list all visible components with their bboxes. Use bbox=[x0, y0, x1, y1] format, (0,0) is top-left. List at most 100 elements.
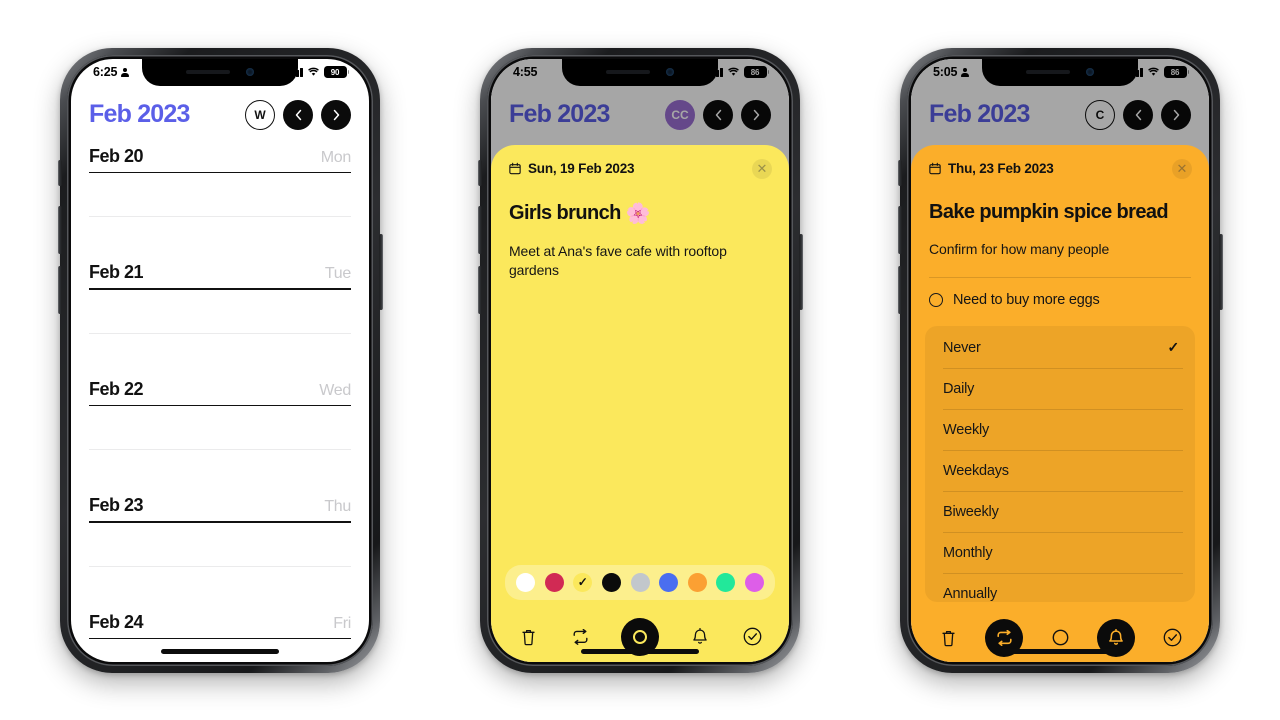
volume-up-button[interactable] bbox=[477, 205, 482, 254]
power-button[interactable] bbox=[378, 233, 383, 310]
subtask-row[interactable]: Need to buy more eggs bbox=[911, 278, 1209, 308]
repeat-option-daily[interactable]: Daily bbox=[927, 368, 1193, 409]
event-slot[interactable] bbox=[89, 173, 351, 216]
calendar-icon bbox=[929, 162, 941, 175]
event-slot[interactable] bbox=[89, 217, 351, 260]
card-date-label: Thu, 23 Feb 2023 bbox=[948, 161, 1054, 176]
silent-switch[interactable] bbox=[477, 159, 482, 186]
page-title: Feb 2023 bbox=[89, 100, 190, 128]
silent-switch[interactable] bbox=[897, 159, 902, 186]
event-slot[interactable] bbox=[89, 406, 351, 449]
prev-month-button[interactable] bbox=[283, 99, 313, 130]
task-title-text: Bake pumpkin spice bread bbox=[929, 200, 1169, 223]
delete-icon[interactable] bbox=[937, 627, 959, 649]
repeat-option-biweekly[interactable]: Biweekly bbox=[927, 491, 1193, 532]
event-slot[interactable] bbox=[89, 290, 351, 333]
event-title[interactable]: Girls brunch 🌸 bbox=[491, 185, 789, 226]
color-swatch-crimson[interactable] bbox=[544, 572, 564, 592]
color-swatch-magenta[interactable] bbox=[745, 572, 764, 592]
avatar[interactable]: W bbox=[245, 99, 275, 130]
repeat-option-weekdays[interactable]: Weekdays bbox=[927, 450, 1193, 491]
home-indicator[interactable] bbox=[161, 649, 279, 654]
complete-icon[interactable] bbox=[741, 626, 763, 648]
day-block[interactable]: Feb 20 Mon bbox=[89, 144, 351, 261]
repeat-option-annually[interactable]: Annually bbox=[927, 573, 1193, 602]
day-block[interactable]: Feb 22 Wed bbox=[89, 377, 351, 494]
day-list: Feb 20 Mon Feb 21 Tue Feb 22 Wed Feb 23 … bbox=[71, 138, 369, 662]
color-swatch-white[interactable] bbox=[516, 572, 535, 592]
repeat-icon[interactable] bbox=[569, 626, 591, 648]
close-icon[interactable]: ✕ bbox=[1172, 158, 1192, 179]
event-slot[interactable] bbox=[89, 567, 351, 610]
volume-up-button[interactable] bbox=[897, 205, 902, 254]
power-button[interactable] bbox=[798, 233, 803, 310]
day-date: Feb 24 bbox=[89, 611, 144, 632]
repeat-option-monthly[interactable]: Monthly bbox=[927, 532, 1193, 573]
task-title[interactable]: Bake pumpkin spice bread bbox=[911, 185, 1209, 224]
volume-down-button[interactable] bbox=[477, 265, 482, 314]
phone-screen: 4:55 86 Feb 2023 CC Sun, 19 Feb 2023 ✕ G… bbox=[491, 58, 789, 662]
check-icon: ✓ bbox=[1167, 339, 1179, 356]
status-time: 6:25 bbox=[93, 65, 118, 79]
calendar-header: Feb 2023 W bbox=[71, 86, 369, 138]
event-notes[interactable]: Meet at Ana's fave cafe with rooftop gar… bbox=[491, 226, 789, 282]
day-row: Feb 22 Wed bbox=[89, 377, 351, 405]
silent-switch[interactable] bbox=[57, 159, 62, 186]
close-icon[interactable]: ✕ bbox=[752, 158, 772, 179]
phone-event-yellow: 4:55 86 Feb 2023 CC Sun, 19 Feb 2023 ✕ G… bbox=[477, 47, 803, 673]
check-icon: ✓ bbox=[577, 575, 588, 589]
notch bbox=[982, 58, 1138, 86]
repeat-dropdown: Never ✓ Daily Weekly Weekdays Biweekly M… bbox=[925, 326, 1195, 602]
color-swatch-yellow-selected[interactable]: ✓ bbox=[573, 572, 593, 592]
color-palette: ✓ bbox=[505, 564, 775, 600]
status-left: 6:25 bbox=[93, 65, 130, 79]
volume-down-button[interactable] bbox=[57, 265, 62, 314]
event-slot[interactable] bbox=[89, 450, 351, 493]
delete-icon[interactable] bbox=[517, 626, 539, 648]
repeat-option-weekly[interactable]: Weekly bbox=[927, 409, 1193, 450]
day-block[interactable]: Feb 21 Tue bbox=[89, 260, 351, 377]
repeat-option-never[interactable]: Never ✓ bbox=[927, 326, 1193, 368]
day-date: Feb 23 bbox=[89, 495, 144, 516]
complete-icon[interactable] bbox=[1161, 627, 1183, 649]
day-weekday: Wed bbox=[319, 381, 351, 399]
wifi-icon bbox=[307, 67, 320, 77]
battery-level: 90 bbox=[323, 66, 347, 78]
day-date: Feb 20 bbox=[89, 145, 144, 166]
day-weekday: Fri bbox=[333, 614, 351, 632]
repeat-option-label: Never bbox=[943, 339, 981, 356]
day-row: Feb 21 Tue bbox=[89, 260, 351, 288]
volume-down-button[interactable] bbox=[897, 265, 902, 314]
notch bbox=[562, 58, 718, 86]
color-swatch-gray[interactable] bbox=[630, 572, 650, 592]
reminder-icon[interactable] bbox=[689, 626, 711, 648]
header-actions: W bbox=[245, 99, 351, 130]
day-block[interactable]: Feb 23 Thu bbox=[89, 493, 351, 610]
color-icon[interactable] bbox=[1049, 627, 1071, 649]
card-date[interactable]: Thu, 23 Feb 2023 bbox=[929, 161, 1054, 176]
phone-task-orange: 5:05 86 Feb 2023 C Thu, 23 Feb 2023 ✕ Ba… bbox=[897, 47, 1223, 673]
power-button[interactable] bbox=[1218, 233, 1223, 310]
repeat-option-label: Daily bbox=[943, 381, 975, 398]
event-title-text: Girls brunch bbox=[509, 201, 621, 224]
earpiece-speaker bbox=[1026, 70, 1070, 74]
color-swatch-blue[interactable] bbox=[659, 572, 679, 592]
cherry-blossom-emoji: 🌸 bbox=[625, 202, 651, 225]
task-notes[interactable]: Confirm for how many people bbox=[911, 224, 1209, 260]
day-weekday: Tue bbox=[324, 265, 351, 283]
event-slot[interactable] bbox=[89, 334, 351, 377]
chevron-right-icon bbox=[333, 109, 339, 120]
color-swatch-green[interactable] bbox=[716, 572, 736, 592]
home-indicator[interactable] bbox=[1001, 649, 1119, 654]
day-block[interactable]: Feb 24 Fri bbox=[89, 610, 351, 662]
volume-up-button[interactable] bbox=[57, 205, 62, 254]
day-date: Feb 21 bbox=[89, 262, 144, 283]
card-date[interactable]: Sun, 19 Feb 2023 bbox=[509, 161, 635, 176]
radio-unchecked-icon[interactable] bbox=[929, 293, 943, 308]
home-indicator[interactable] bbox=[581, 649, 699, 654]
next-month-button[interactable] bbox=[321, 99, 351, 130]
event-slot[interactable] bbox=[89, 523, 351, 566]
color-swatch-orange[interactable] bbox=[687, 572, 707, 592]
screenshot-stage: 6:25 90 Feb 2023 W Feb 20 Mon Feb 21 Tue… bbox=[0, 0, 1280, 720]
color-swatch-black[interactable] bbox=[601, 572, 621, 592]
